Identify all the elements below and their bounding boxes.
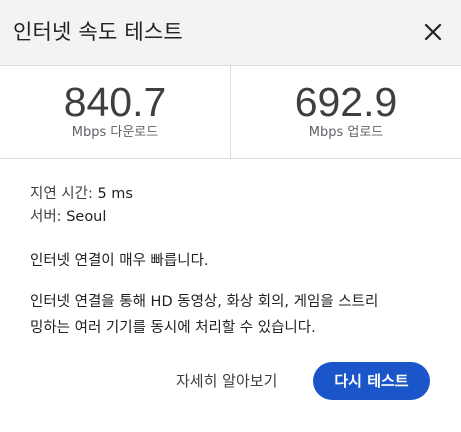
- server-label: 서버:: [30, 209, 62, 225]
- dialog-title: 인터넷 속도 테스트: [13, 20, 183, 44]
- speed-results: 840.7 Mbps 다운로드 692.9 Mbps 업로드: [0, 66, 461, 159]
- server-row: 서버: Seoul: [30, 206, 133, 229]
- close-icon: [424, 23, 442, 41]
- upload-result: 692.9 Mbps 업로드: [231, 66, 461, 158]
- close-button[interactable]: [419, 18, 447, 46]
- server-value: Seoul: [66, 209, 107, 225]
- upload-speed-value: 692.9: [294, 79, 398, 125]
- description-line-1: 인터넷 연결을 통해 HD 동영상, 화상 회의, 게임을 스트리: [30, 294, 379, 310]
- download-speed-label: Mbps 다운로드: [71, 125, 159, 140]
- test-details: 지연 시간: 5 ms 서버: Seoul: [30, 183, 133, 229]
- learn-more-link[interactable]: 자세히 알아보기: [176, 367, 277, 395]
- latency-value: 5 ms: [97, 186, 133, 202]
- download-result: 840.7 Mbps 다운로드: [0, 66, 230, 158]
- description-line-2: 밍하는 여러 기기를 동시에 처리할 수 있습니다.: [30, 320, 316, 336]
- latency-label: 지연 시간:: [30, 186, 93, 202]
- connection-description: 인터넷 연결을 통해 HD 동영상, 화상 회의, 게임을 스트리 밍하는 여러…: [30, 289, 440, 341]
- speed-test-dialog: 인터넷 속도 테스트 840.7 Mbps 다운로드 692.9 Mbps 업로…: [0, 0, 461, 432]
- upload-speed-label: Mbps 업로드: [308, 125, 384, 140]
- retest-button[interactable]: 다시 테스트: [313, 362, 430, 400]
- dialog-header: 인터넷 속도 테스트: [0, 0, 461, 66]
- download-speed-value: 840.7: [63, 79, 167, 125]
- connection-summary: 인터넷 연결이 매우 빠릅니다.: [30, 253, 209, 269]
- latency-row: 지연 시간: 5 ms: [30, 183, 133, 206]
